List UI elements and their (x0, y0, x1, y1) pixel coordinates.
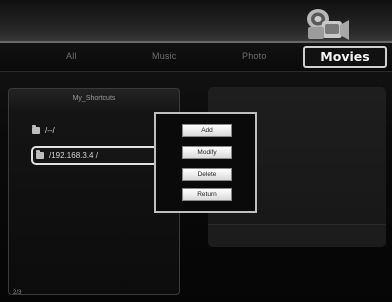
info-panel-footer (208, 224, 386, 247)
tab-photo[interactable]: Photo (242, 51, 267, 61)
tab-divider (0, 71, 392, 72)
tab-movies-label: Movies (320, 49, 370, 64)
panel-title: My_Shortcuts (72, 95, 116, 102)
tab-movies[interactable]: Movies (303, 46, 387, 68)
tab-music[interactable]: Music (152, 51, 177, 61)
page-indicator: 2/3 (13, 290, 22, 296)
add-button[interactable]: Add (182, 124, 232, 137)
list-item-selected[interactable]: /192.168.3.4 / (31, 146, 158, 165)
folder-icon (32, 125, 40, 134)
media-player-screen: All Music Photo Movies My_Shortcuts /--/… (0, 0, 392, 302)
folder-icon (36, 150, 44, 159)
modify-button[interactable]: Modify (182, 146, 232, 159)
return-button[interactable]: Return (182, 188, 232, 201)
context-menu: Add Modify Delete Return (154, 112, 257, 213)
list-item[interactable]: /--/ (32, 125, 55, 135)
list-item-label: /192.168.3.4 / (49, 151, 98, 160)
list-item-label: /--/ (45, 126, 55, 135)
tab-all[interactable]: All (66, 51, 77, 61)
video-camera-icon (307, 9, 349, 40)
delete-button[interactable]: Delete (182, 168, 232, 181)
